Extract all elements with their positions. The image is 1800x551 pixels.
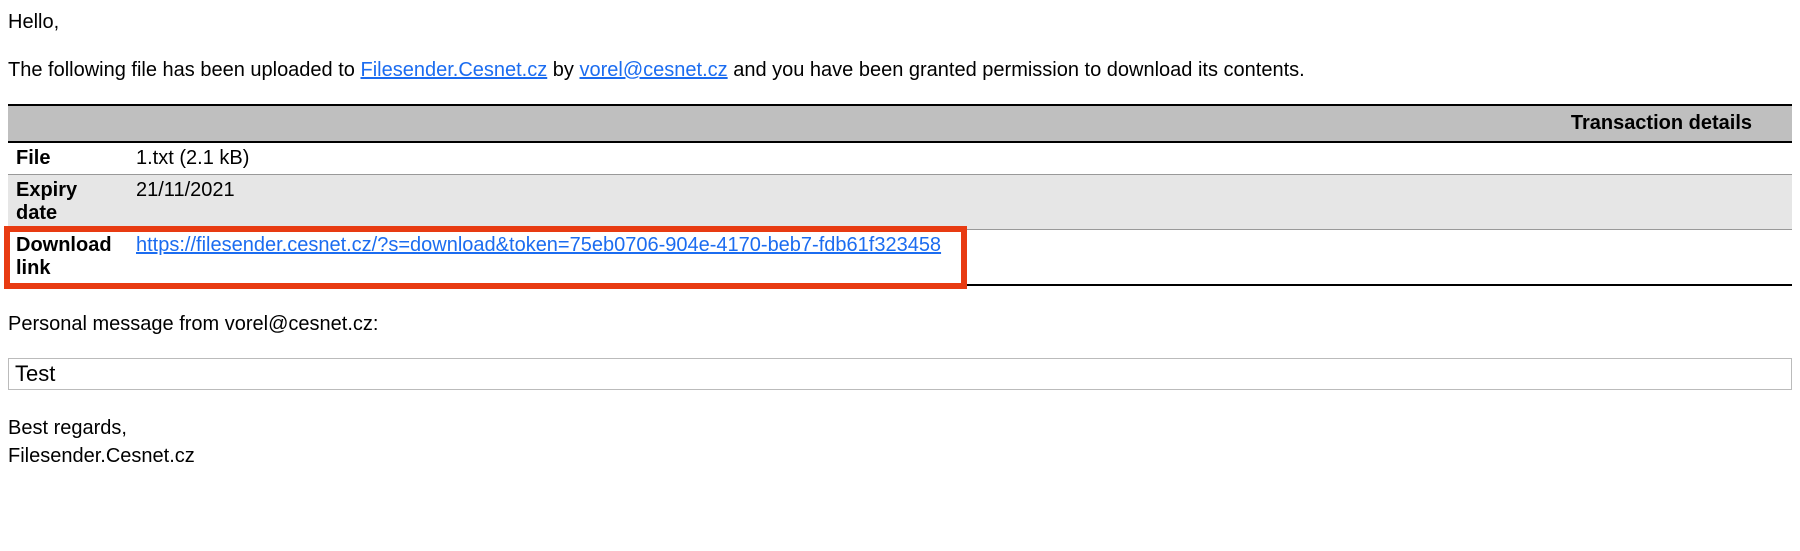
greeting: Hello, <box>8 8 1792 36</box>
file-value: 1.txt (2.1 kB) <box>128 142 1792 175</box>
expiry-label: Expiry date <box>8 175 128 230</box>
table-header: Transaction details <box>8 105 1792 142</box>
intro-prefix: The following file has been uploaded to <box>8 59 360 81</box>
signature: Best regards, Filesender.Cesnet.cz <box>8 414 1792 470</box>
download-value: https://filesender.cesnet.cz/?s=download… <box>128 230 1792 286</box>
intro-suffix: and you have been granted permission to … <box>728 59 1305 81</box>
sender-email-link[interactable]: vorel@cesnet.cz <box>580 59 728 81</box>
signoff-line1: Best regards, <box>8 414 1792 442</box>
download-link[interactable]: https://filesender.cesnet.cz/?s=download… <box>136 234 941 256</box>
service-link[interactable]: Filesender.Cesnet.cz <box>360 59 547 81</box>
intro-paragraph: The following file has been uploaded to … <box>8 56 1792 84</box>
personal-message-box: Test <box>8 358 1792 390</box>
table-row: File 1.txt (2.1 kB) <box>8 142 1792 175</box>
signoff-line2: Filesender.Cesnet.cz <box>8 442 1792 470</box>
transaction-details-table: Transaction details File 1.txt (2.1 kB) … <box>8 104 1792 286</box>
table-row: Expiry date 21/11/2021 <box>8 175 1792 230</box>
intro-mid: by <box>547 59 579 81</box>
download-label: Download link <box>8 230 128 286</box>
expiry-value: 21/11/2021 <box>128 175 1792 230</box>
personal-message-label: Personal message from vorel@cesnet.cz: <box>8 310 1792 338</box>
file-label: File <box>8 142 128 175</box>
table-row: Download link https://filesender.cesnet.… <box>8 230 1792 286</box>
